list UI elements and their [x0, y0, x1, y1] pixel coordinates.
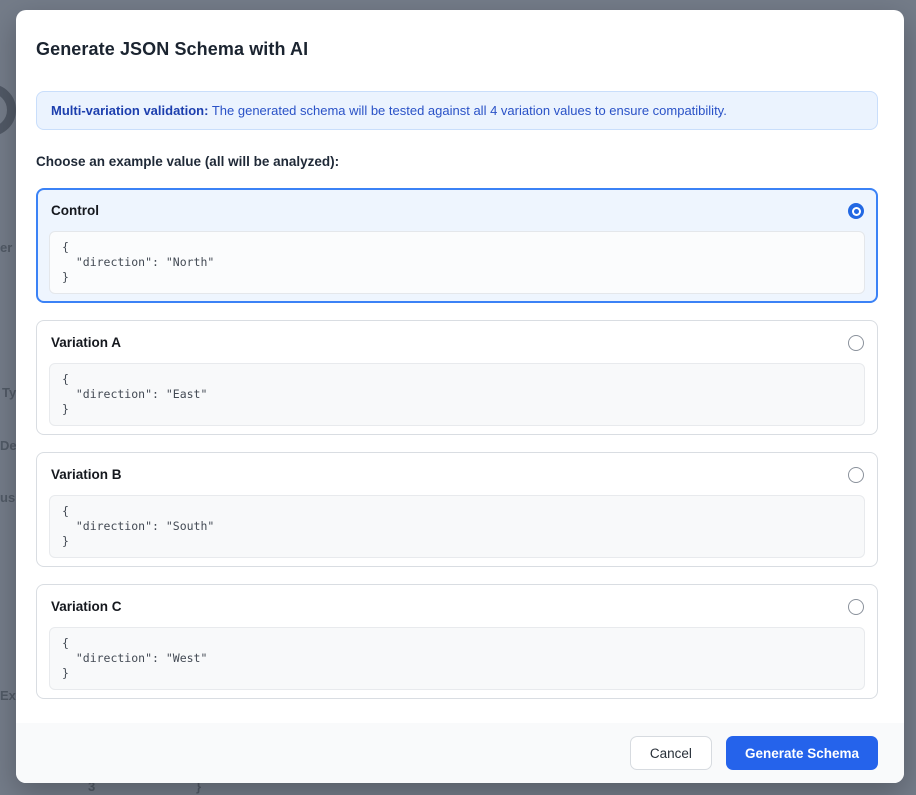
dialog-body: Generate JSON Schema with AI Multi-varia…: [16, 10, 904, 699]
backdrop-circle-fragment: [0, 84, 16, 136]
generate-schema-button[interactable]: Generate Schema: [725, 736, 878, 770]
option-json-preview: { "direction": "West" }: [49, 627, 865, 690]
option-json-preview: { "direction": "South" }: [49, 495, 865, 558]
option-label: Variation B: [51, 467, 122, 482]
option-card-variation-a[interactable]: Variation A { "direction": "East" }: [36, 320, 878, 435]
option-card-header: Variation A: [37, 321, 877, 353]
option-card-variation-c[interactable]: Variation C { "direction": "West" }: [36, 584, 878, 699]
generate-schema-dialog: Generate JSON Schema with AI Multi-varia…: [16, 10, 904, 783]
backdrop-text-fragment: Ty: [2, 385, 17, 400]
radio-button-control[interactable]: [848, 203, 864, 219]
option-label: Control: [51, 203, 99, 218]
option-card-header: Control: [38, 190, 876, 221]
option-label: Variation C: [51, 599, 122, 614]
banner-strong-text: Multi-variation validation:: [51, 103, 209, 118]
choose-example-label: Choose an example value (all will be ana…: [36, 154, 340, 169]
option-json-preview: { "direction": "East" }: [49, 363, 865, 426]
backdrop-text-fragment: De: [0, 438, 17, 453]
banner-text: The generated schema will be tested agai…: [208, 103, 727, 118]
option-card-control[interactable]: Control { "direction": "North" }: [36, 188, 878, 303]
option-card-variation-b[interactable]: Variation B { "direction": "South" }: [36, 452, 878, 567]
dialog-footer: Cancel Generate Schema: [16, 723, 904, 783]
dialog-title-text: Generate JSON Schema with AI: [36, 39, 309, 59]
radio-button-variation-c[interactable]: [848, 599, 864, 615]
radio-button-variation-b[interactable]: [848, 467, 864, 483]
backdrop-text-fragment: er: [0, 240, 13, 255]
dialog-title: Generate JSON Schema with AI: [36, 37, 878, 61]
multi-variation-info-banner: Multi-variation validation: The generate…: [36, 91, 878, 130]
option-card-header: Variation C: [37, 585, 877, 617]
option-json-preview: { "direction": "North" }: [49, 231, 865, 294]
backdrop-text-fragment: us: [0, 490, 16, 505]
radio-button-variation-a[interactable]: [848, 335, 864, 351]
option-label: Variation A: [51, 335, 122, 350]
cancel-button[interactable]: Cancel: [629, 736, 712, 770]
option-card-header: Variation B: [37, 453, 877, 485]
backdrop-text-fragment: Ex: [0, 688, 16, 703]
